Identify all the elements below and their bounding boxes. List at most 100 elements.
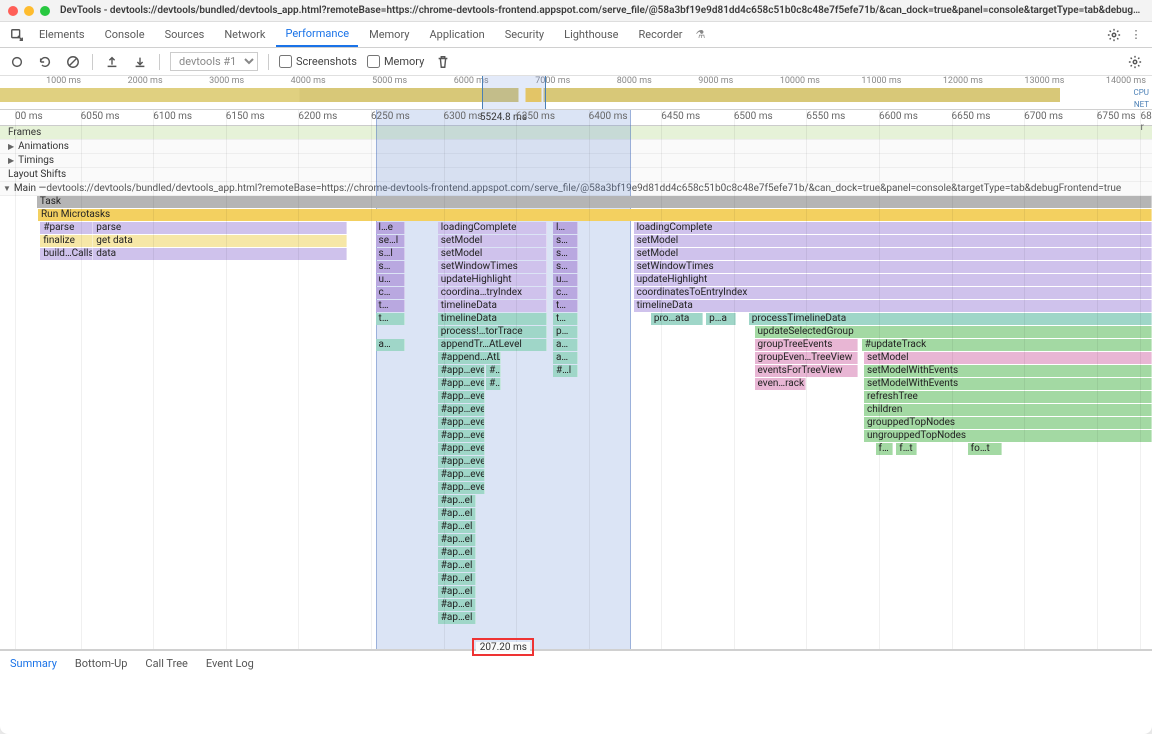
flame-bar[interactable]: a… (376, 339, 406, 351)
tab-application[interactable]: Application (420, 22, 493, 47)
flame-bar[interactable]: t… (376, 313, 406, 325)
flame-bar[interactable]: #…l (553, 365, 578, 377)
reload-button[interactable] (36, 53, 54, 71)
flame-bar[interactable]: Task (37, 196, 1152, 208)
flame-bar[interactable]: l…e (376, 222, 406, 234)
clear-button[interactable] (64, 53, 82, 71)
details-tab-bottom-up[interactable]: Bottom-Up (75, 657, 128, 670)
flame-bar[interactable]: Run Microtasks (38, 209, 1152, 221)
tab-memory[interactable]: Memory (360, 22, 418, 47)
screenshots-checkbox[interactable]: Screenshots (279, 55, 357, 68)
tab-network[interactable]: Network (215, 22, 274, 47)
flame-bar[interactable]: loadingComplete (634, 222, 1152, 234)
flame-bar[interactable]: u… (376, 274, 406, 286)
details-tab-summary[interactable]: Summary (10, 657, 57, 670)
flame-bar[interactable]: ungrouppedTopNodes (864, 430, 1152, 442)
maximize-button[interactable] (40, 6, 50, 16)
timeline-overview[interactable]: 1000 ms2000 ms3000 ms4000 ms5000 ms6000 … (0, 76, 1152, 110)
track-main[interactable]: ▼Main — devtools://devtools/bundled/devt… (0, 182, 1152, 196)
flame-bar[interactable]: a… (553, 339, 578, 351)
track-animations[interactable]: ▶Animations (0, 140, 1152, 154)
flame-bar[interactable]: pro…ata (651, 313, 703, 325)
flame-bar[interactable]: u… (553, 274, 578, 286)
flame-bar[interactable]: #app…evel (438, 378, 485, 390)
flame-bar[interactable]: finalize (40, 235, 93, 247)
tab-console[interactable]: Console (96, 22, 154, 47)
memory-checkbox[interactable]: Memory (367, 55, 424, 68)
flame-bar[interactable]: #append…AtLevel (438, 352, 501, 364)
flame-bar[interactable]: coordinatesToEntryIndex (634, 287, 1152, 299)
flame-bar[interactable]: #…l (486, 365, 501, 377)
flame-bar[interactable]: setModelWithEvents (864, 378, 1152, 390)
flame-bar[interactable]: refreshTree (864, 391, 1152, 403)
flame-bar[interactable]: updateSelectedGroup (755, 326, 1152, 338)
flame-bar[interactable]: s… (553, 248, 578, 260)
flame-bar[interactable]: loadingComplete (438, 222, 547, 234)
trash-button[interactable] (434, 53, 452, 71)
flame-bar[interactable]: #app…evel (438, 430, 485, 442)
track-timings[interactable]: ▶Timings (0, 154, 1152, 168)
flame-bar[interactable]: setWindowTimes (634, 261, 1152, 273)
overview-selection[interactable] (482, 76, 547, 109)
flame-bar[interactable]: t… (376, 300, 406, 312)
record-button[interactable] (8, 53, 26, 71)
flame-bar[interactable]: #updateTrack (862, 339, 1152, 351)
flame-bar[interactable]: #app…evel (438, 391, 485, 403)
minimize-button[interactable] (24, 6, 34, 16)
flame-bar[interactable]: even…rack (755, 378, 807, 390)
tab-security[interactable]: Security (496, 22, 553, 47)
flame-bar[interactable]: f…t (896, 443, 917, 455)
track-frames[interactable]: Frames (0, 126, 1152, 140)
flame-bar[interactable]: s…l (376, 248, 406, 260)
flame-ruler[interactable]: 5524.8 ms 00 ms6050 ms6100 ms6150 ms6200… (0, 110, 1152, 126)
flame-bar[interactable]: setModel (864, 352, 1152, 364)
flame-bar[interactable]: setModelWithEvents (864, 365, 1152, 377)
flame-chart[interactable]: 5524.8 ms 00 ms6050 ms6100 ms6150 ms6200… (0, 110, 1152, 650)
flame-bar[interactable]: #app…evel (438, 417, 485, 429)
details-tab-call-tree[interactable]: Call Tree (145, 657, 187, 670)
flame-bar[interactable]: a… (553, 352, 578, 364)
flame-bar[interactable]: grouppedTopNodes (864, 417, 1152, 429)
settings-icon[interactable] (1104, 25, 1124, 45)
flame-bar[interactable]: updateHighlight (438, 274, 547, 286)
flame-bar[interactable]: #app…evel (438, 456, 485, 468)
flame-bar[interactable]: s… (376, 261, 406, 273)
flame-bar[interactable]: processTimelineData (749, 313, 1152, 325)
inspect-icon[interactable] (6, 24, 28, 46)
close-button[interactable] (8, 6, 18, 16)
flame-bar[interactable]: #app…evel (438, 482, 485, 494)
flame-bar[interactable]: l… (553, 222, 578, 234)
flame-bar[interactable]: appendTr…AtLevel (438, 339, 547, 351)
device-select[interactable]: devtools #1 (170, 52, 258, 71)
panel-settings-icon[interactable] (1126, 53, 1144, 71)
flame-bar[interactable]: t… (553, 300, 578, 312)
flame-bar[interactable]: #parse (40, 222, 93, 234)
flame-bar[interactable]: p…a (706, 313, 736, 325)
tab-lighthouse[interactable]: Lighthouse (555, 22, 627, 47)
flame-bar[interactable]: timelineData (634, 300, 1152, 312)
flame-bar[interactable]: s… (553, 261, 578, 273)
more-icon[interactable]: ⋮ (1126, 25, 1146, 45)
flame-bar[interactable]: #app…evel (438, 443, 485, 455)
tab-recorder[interactable]: Recorder (629, 22, 691, 47)
upload-button[interactable] (103, 53, 121, 71)
flame-bar[interactable]: setModel (438, 248, 547, 260)
flame-bar[interactable]: setWindowTimes (438, 261, 547, 273)
flame-bar[interactable]: c… (376, 287, 406, 299)
flame-bar[interactable]: #app…evel (438, 469, 485, 481)
tab-sources[interactable]: Sources (156, 22, 214, 47)
flame-bar[interactable]: #app…evel (438, 404, 485, 416)
tab-performance[interactable]: Performance (276, 22, 358, 47)
tab-elements[interactable]: Elements (30, 22, 94, 47)
flame-bar[interactable]: c… (553, 287, 578, 299)
flame-bar[interactable]: t… (553, 313, 578, 325)
details-tab-event-log[interactable]: Event Log (206, 657, 254, 670)
flame-bar[interactable]: get data (93, 235, 346, 247)
flame-bar[interactable]: children (864, 404, 1152, 416)
flame-bar[interactable]: updateHighlight (634, 274, 1152, 286)
track-layout-shifts[interactable]: Layout Shifts (0, 168, 1152, 182)
flame-bar[interactable]: coordina…tryIndex (438, 287, 547, 299)
flame-bar[interactable]: data (93, 248, 346, 260)
download-button[interactable] (131, 53, 149, 71)
flame-bar[interactable]: setModel (438, 235, 547, 247)
